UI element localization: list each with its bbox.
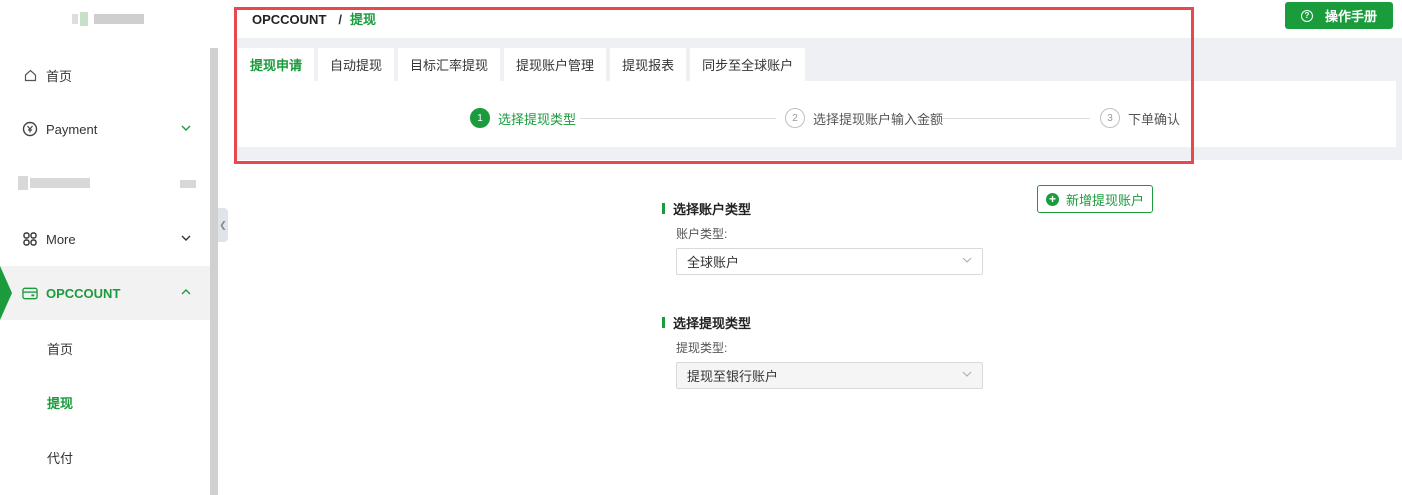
- sidebar-item-home[interactable]: 首页: [0, 48, 210, 102]
- withdraw-type-value: 提现至银行账户: [687, 369, 779, 384]
- chevron-up-icon: [180, 286, 192, 301]
- sidebar-subitem-label: 代付: [47, 450, 74, 466]
- sidebar-scrollbar[interactable]: [210, 48, 218, 495]
- chevron-down-icon: [180, 122, 192, 137]
- section-title-text: 选择账户类型: [673, 202, 752, 217]
- withdraw-type-label: 提现类型:: [676, 341, 728, 355]
- sidebar-item-label: 首页: [46, 68, 73, 84]
- home-icon: [22, 67, 38, 83]
- chevron-down-icon: [180, 232, 192, 247]
- sidebar-item-opccount[interactable]: OPCCOUNT: [0, 266, 210, 320]
- section-marker: [662, 203, 665, 214]
- manual-button-label: 操作手册: [1324, 9, 1377, 24]
- withdraw-type-section-title: 选择提现类型: [662, 313, 751, 332]
- sidebar-subitem-label: 首页: [47, 341, 74, 357]
- section-marker: [662, 317, 665, 328]
- grid-icon: [22, 231, 38, 247]
- add-account-label: 新增提现账户: [1065, 192, 1144, 208]
- chevron-down-icon: [962, 255, 972, 268]
- card-icon: [22, 285, 38, 301]
- account-type-select[interactable]: 全球账户: [676, 248, 983, 275]
- sidebar-item-label: OPCCOUNT: [46, 285, 121, 301]
- account-type-value: 全球账户: [687, 255, 740, 270]
- add-withdraw-account-button[interactable]: + 新增提现账户: [1037, 185, 1153, 213]
- sidebar-item-label: More: [46, 231, 76, 247]
- sidebar-item-payment[interactable]: Payment: [0, 102, 210, 156]
- sidebar-item-label: Payment: [46, 121, 98, 137]
- account-type-section-title: 选择账户类型: [662, 199, 751, 218]
- highlight-box: [234, 7, 1194, 164]
- logo: [72, 12, 144, 26]
- manual-button[interactable]: ? 操作手册: [1285, 2, 1393, 29]
- sidebar-subitem-label: 提现: [47, 395, 74, 411]
- sidebar-item-more[interactable]: More: [0, 212, 210, 266]
- main-content: OPCCOUNT / 提现 ? 操作手册 提现申请 自动提现 目标汇率提现 提现账户…: [234, 0, 1402, 495]
- yen-circle-icon: [22, 121, 38, 137]
- plus-circle-icon: +: [1045, 192, 1059, 206]
- sidebar-collapse-toggle[interactable]: ❮: [218, 208, 228, 242]
- sidebar-subitem-withdraw[interactable]: 提现: [0, 375, 210, 429]
- account-type-label: 账户类型:: [676, 227, 728, 241]
- sidebar-subitem-payout[interactable]: 代付: [0, 430, 210, 484]
- sidebar-subitem-home[interactable]: 首页: [0, 321, 210, 375]
- chevron-left-icon: ❮: [219, 219, 227, 230]
- chevron-down-icon: [962, 369, 972, 382]
- sidebar: 首页 Payment More OPCCOUNT 首页 提现 代付: [0, 0, 218, 495]
- help-icon: ?: [1300, 9, 1313, 22]
- section-title-text: 选择提现类型: [673, 316, 752, 331]
- withdraw-type-select[interactable]: 提现至银行账户: [676, 362, 983, 389]
